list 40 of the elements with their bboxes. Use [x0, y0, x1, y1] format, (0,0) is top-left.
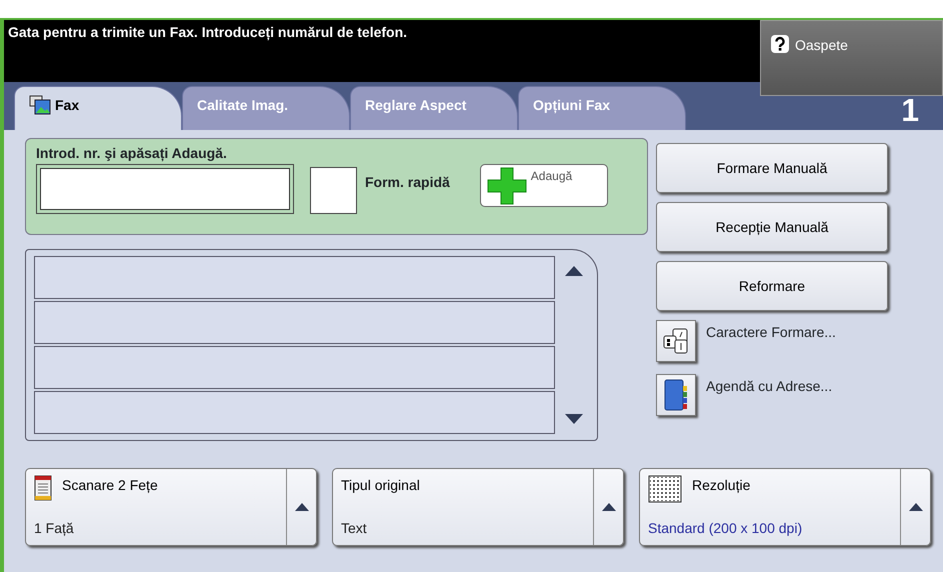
side-action-button[interactable] [656, 374, 696, 416]
address-book-icon [663, 378, 689, 412]
add-button[interactable]: Adaugă [480, 164, 608, 207]
tab[interactable]: Fax [14, 86, 182, 130]
list-row[interactable] [34, 301, 555, 344]
dial-button[interactable]: Reformare [656, 261, 888, 311]
scroll-down-icon[interactable] [565, 414, 583, 424]
feature-title: Scanare 2 Fețe [62, 476, 158, 495]
list-row[interactable] [34, 391, 555, 434]
speed-dial-label: Form. rapidă [365, 173, 450, 192]
feature-title: Tipul original [341, 476, 420, 495]
feature-button[interactable]: Scanare 2 Fețe 1 Față [25, 468, 317, 546]
feature-value: Standard (200 x 100 dpi) [648, 519, 804, 538]
scroll-up-icon[interactable] [565, 266, 583, 276]
side-action-label: Agendă cu Adrese... [706, 377, 832, 396]
entry-label: Introd. nr. şi apăsați Adaugă. [36, 144, 228, 164]
status-message: Gata pentru a trimite un Fax. Introduceți numărul de telefon. [7, 23, 408, 42]
list-row[interactable] [34, 346, 555, 389]
plus-icon [486, 167, 527, 205]
dial-button[interactable]: Recepție Manuală [656, 202, 888, 252]
feature-button[interactable]: Rezoluție Standard (200 x 100 dpi) [639, 468, 931, 546]
number-field[interactable] [36, 164, 294, 214]
dial-characters-icon [662, 327, 690, 355]
guest-button[interactable]: Oaspete [760, 20, 943, 96]
feature-value: 1 Față [34, 519, 75, 538]
feature-button[interactable]: Tipul original Text [332, 468, 624, 546]
list-row[interactable] [34, 256, 555, 299]
side-action-label: Caractere Formare... [706, 323, 836, 342]
up-arrow-icon [908, 503, 922, 511]
fax-icon [29, 95, 51, 115]
up-arrow-icon [602, 503, 616, 511]
help-icon [771, 35, 789, 53]
feature-value: Text [341, 519, 368, 538]
dot-pattern-icon [648, 475, 682, 503]
dial-button[interactable]: Formare Manuală [656, 143, 888, 193]
page-icon [34, 475, 52, 501]
feature-title: Rezoluție [692, 476, 750, 495]
up-arrow-icon [294, 503, 308, 511]
side-action-button[interactable] [656, 320, 696, 362]
speed-dial-field[interactable] [310, 167, 357, 214]
